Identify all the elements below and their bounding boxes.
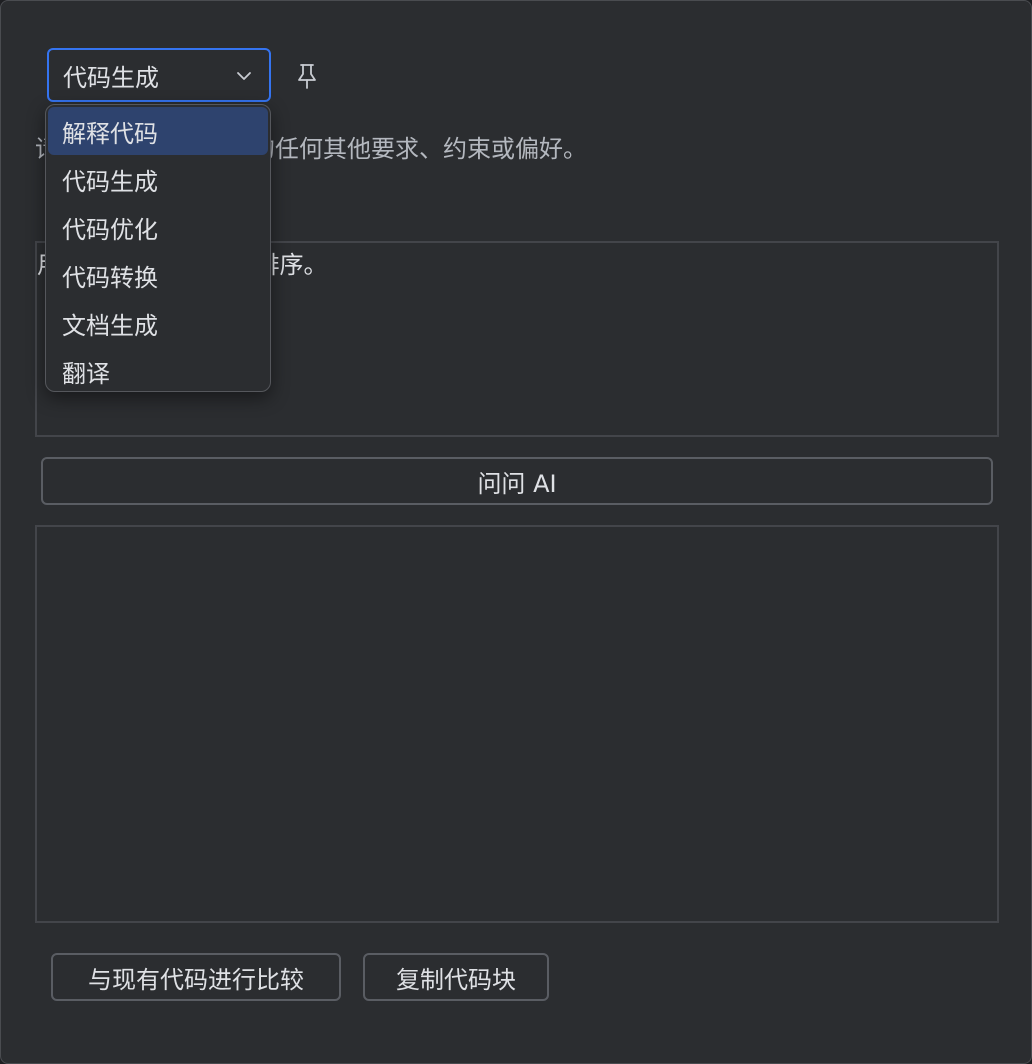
menu-item-doc-generation[interactable]: 文档生成 [48, 299, 268, 347]
copy-code-block-button[interactable]: 复制代码块 [363, 953, 549, 1001]
menu-item-code-optimization[interactable]: 代码优化 [48, 203, 268, 251]
result-output[interactable] [35, 525, 999, 923]
menu-item-translate[interactable]: 翻译 [48, 347, 268, 391]
menu-item-explain-code[interactable]: 解释代码 [48, 107, 268, 155]
mode-dropdown-menu: 解释代码 代码生成 代码优化 代码转换 文档生成 翻译 [45, 104, 271, 392]
ask-ai-button[interactable]: 问问 AI [41, 457, 993, 505]
mode-select[interactable]: 代码生成 [47, 48, 271, 102]
chevron-down-icon [237, 72, 251, 80]
menu-item-code-generation[interactable]: 代码生成 [48, 155, 268, 203]
menu-item-code-conversion[interactable]: 代码转换 [48, 251, 268, 299]
ai-assistant-panel: 代码生成 请输入您对生成代码的任何其他要求、约束或偏好。 用 Python 实现… [0, 0, 1032, 1064]
mode-select-value: 代码生成 [63, 63, 159, 92]
pin-icon[interactable] [293, 61, 321, 91]
compare-with-existing-button[interactable]: 与现有代码进行比较 [51, 953, 341, 1001]
